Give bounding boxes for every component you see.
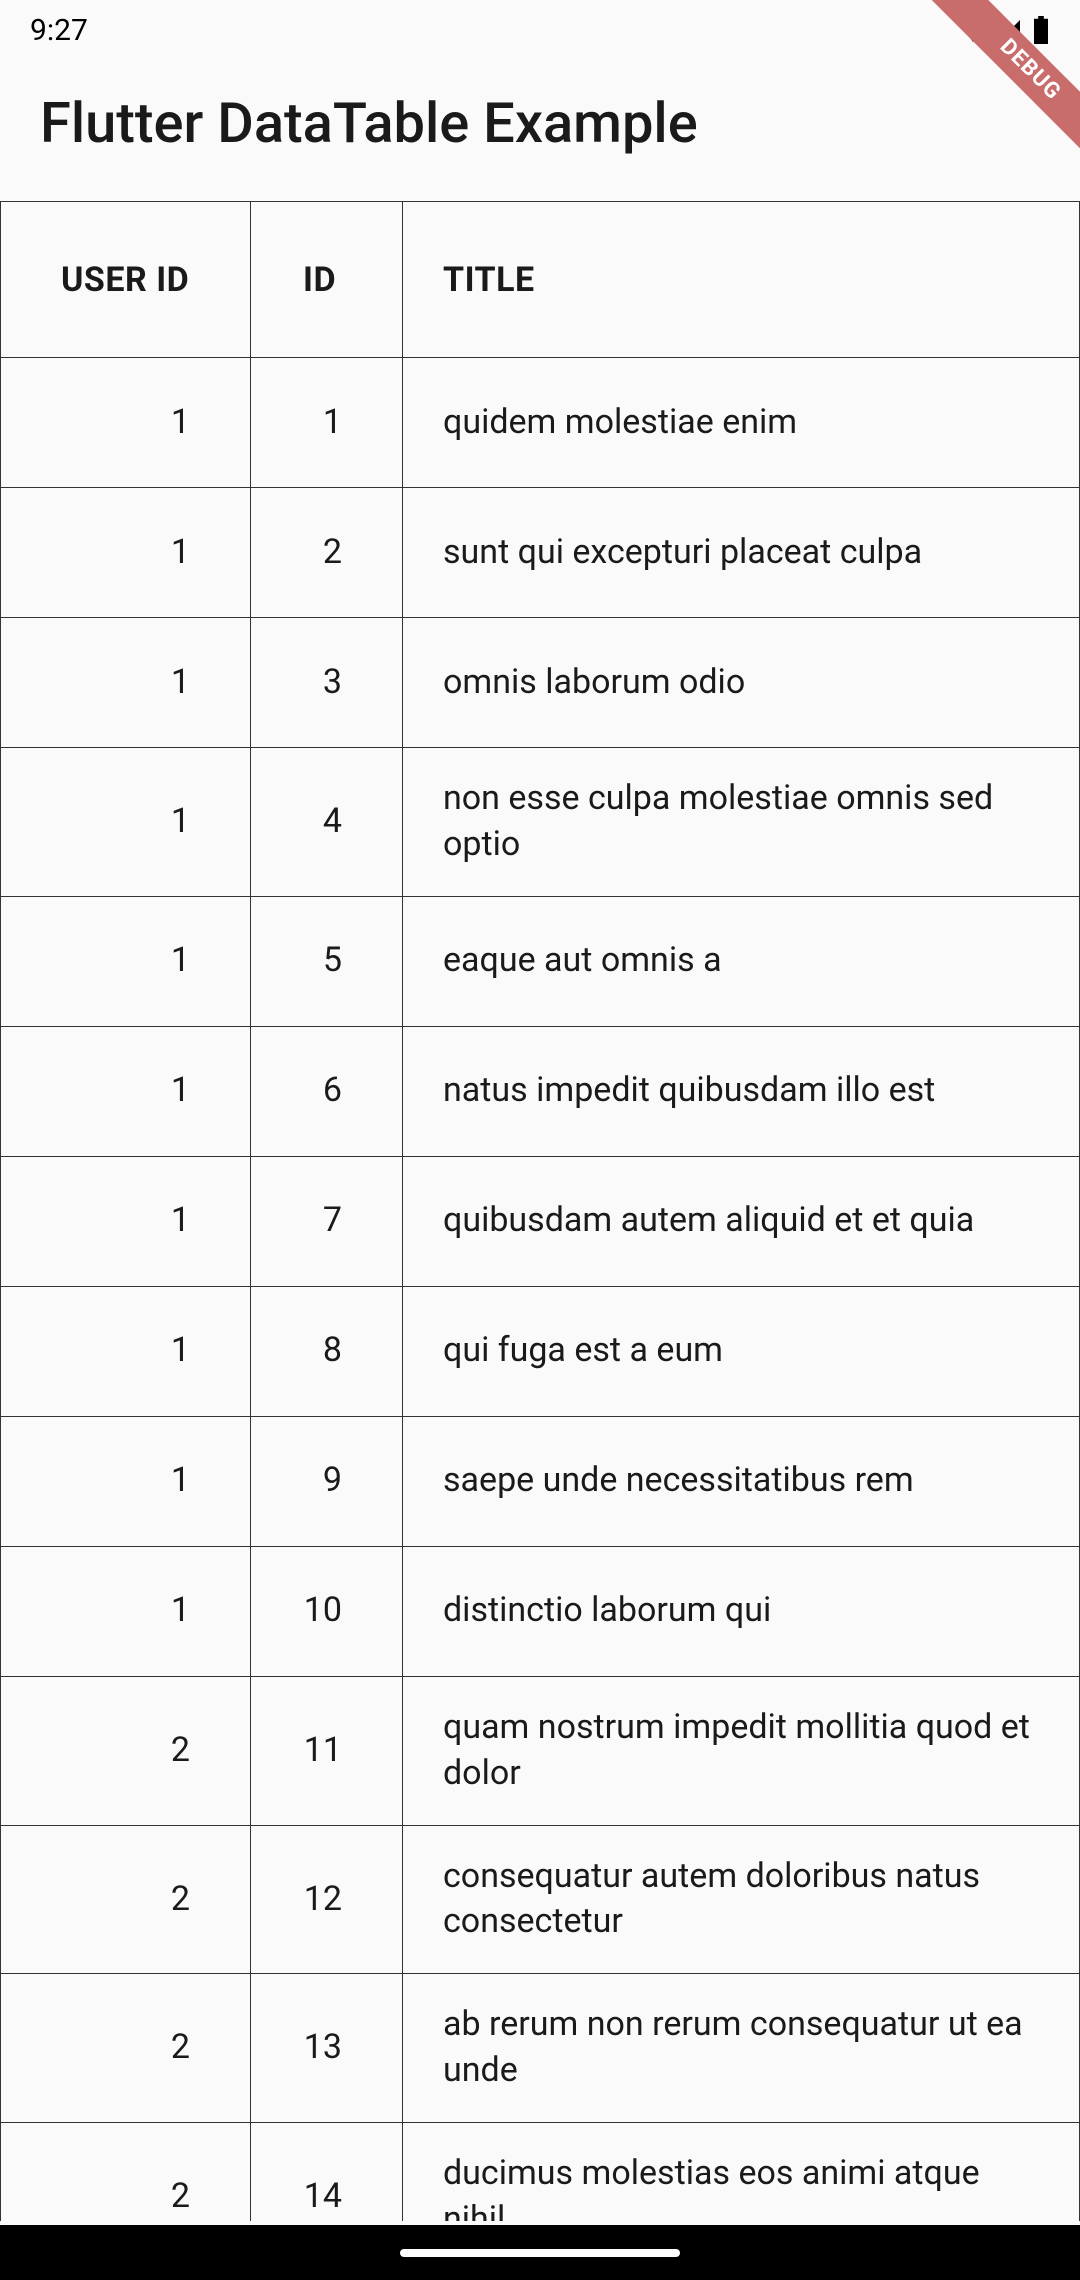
cell-userid: 1: [1, 748, 251, 897]
cell-id: 1: [251, 358, 403, 488]
cell-title: saepe unde necessitatibus rem: [403, 1416, 1080, 1546]
datatable[interactable]: USER ID ID TITLE 11quidem molestiae enim…: [0, 201, 1080, 2221]
cell-userid: 2: [1, 1676, 251, 1825]
cell-title: quibusdam autem aliquid et et quia: [403, 1156, 1080, 1286]
cell-id: 4: [251, 748, 403, 897]
cell-id: 12: [251, 1825, 403, 1974]
cell-title: eaque aut omnis a: [403, 896, 1080, 1026]
battery-icon: [1032, 16, 1050, 44]
cell-userid: 1: [1, 488, 251, 618]
cell-title: natus impedit quibusdam illo est: [403, 1026, 1080, 1156]
column-header-id[interactable]: ID: [251, 202, 403, 358]
cell-title: non esse culpa molestiae omnis sed optio: [403, 748, 1080, 897]
page-title: Flutter DataTable Example: [40, 90, 1040, 156]
table-row[interactable]: 13omnis laborum odio: [1, 618, 1080, 748]
cell-userid: 2: [1, 2123, 251, 2221]
cell-userid: 1: [1, 1286, 251, 1416]
cell-id: 10: [251, 1546, 403, 1676]
table-row[interactable]: 17quibusdam autem aliquid et et quia: [1, 1156, 1080, 1286]
table-header-row: USER ID ID TITLE: [1, 202, 1080, 358]
cell-id: 3: [251, 618, 403, 748]
column-header-userid[interactable]: USER ID: [1, 202, 251, 358]
cell-id: 7: [251, 1156, 403, 1286]
cell-userid: 2: [1, 1974, 251, 2123]
cell-userid: 1: [1, 1416, 251, 1546]
cell-userid: 1: [1, 1026, 251, 1156]
cell-id: 13: [251, 1974, 403, 2123]
cell-userid: 1: [1, 1546, 251, 1676]
cell-title: omnis laborum odio: [403, 618, 1080, 748]
cell-id: 14: [251, 2123, 403, 2221]
cell-userid: 2: [1, 1825, 251, 1974]
cell-id: 8: [251, 1286, 403, 1416]
status-time: 9:27: [30, 13, 88, 48]
cell-title: ducimus molestias eos animi atque nihil: [403, 2123, 1080, 2221]
table-row[interactable]: 19saepe unde necessitatibus rem: [1, 1416, 1080, 1546]
column-header-title[interactable]: TITLE: [403, 202, 1080, 358]
cell-title: distinctio laborum qui: [403, 1546, 1080, 1676]
table-row[interactable]: 18qui fuga est a eum: [1, 1286, 1080, 1416]
cell-title: quam nostrum impedit mollitia quod et do…: [403, 1676, 1080, 1825]
cell-id: 2: [251, 488, 403, 618]
cell-userid: 1: [1, 1156, 251, 1286]
cell-title: sunt qui excepturi placeat culpa: [403, 488, 1080, 618]
table-row[interactable]: 14non esse culpa molestiae omnis sed opt…: [1, 748, 1080, 897]
table-row[interactable]: 12sunt qui excepturi placeat culpa: [1, 488, 1080, 618]
app-bar: Flutter DataTable Example: [0, 60, 1080, 201]
cell-userid: 1: [1, 618, 251, 748]
table-row[interactable]: 212consequatur autem doloribus natus con…: [1, 1825, 1080, 1974]
table-row[interactable]: 214ducimus molestias eos animi atque nih…: [1, 2123, 1080, 2221]
cell-title: consequatur autem doloribus natus consec…: [403, 1825, 1080, 1974]
cell-id: 5: [251, 896, 403, 1026]
cell-id: 6: [251, 1026, 403, 1156]
cell-id: 9: [251, 1416, 403, 1546]
table-row[interactable]: 11quidem molestiae enim: [1, 358, 1080, 488]
cell-userid: 1: [1, 896, 251, 1026]
cell-userid: 1: [1, 358, 251, 488]
table-row[interactable]: 213ab rerum non rerum consequatur ut ea …: [1, 1974, 1080, 2123]
cell-title: ab rerum non rerum consequatur ut ea und…: [403, 1974, 1080, 2123]
cell-title: qui fuga est a eum: [403, 1286, 1080, 1416]
navigation-bar: [0, 2225, 1080, 2280]
table-row[interactable]: 211quam nostrum impedit mollitia quod et…: [1, 1676, 1080, 1825]
home-indicator[interactable]: [400, 2249, 680, 2257]
table-row[interactable]: 16natus impedit quibusdam illo est: [1, 1026, 1080, 1156]
table-row[interactable]: 110distinctio laborum qui: [1, 1546, 1080, 1676]
table-row[interactable]: 15eaque aut omnis a: [1, 896, 1080, 1026]
status-bar: 9:27: [0, 0, 1080, 60]
cell-id: 11: [251, 1676, 403, 1825]
cell-title: quidem molestiae enim: [403, 358, 1080, 488]
